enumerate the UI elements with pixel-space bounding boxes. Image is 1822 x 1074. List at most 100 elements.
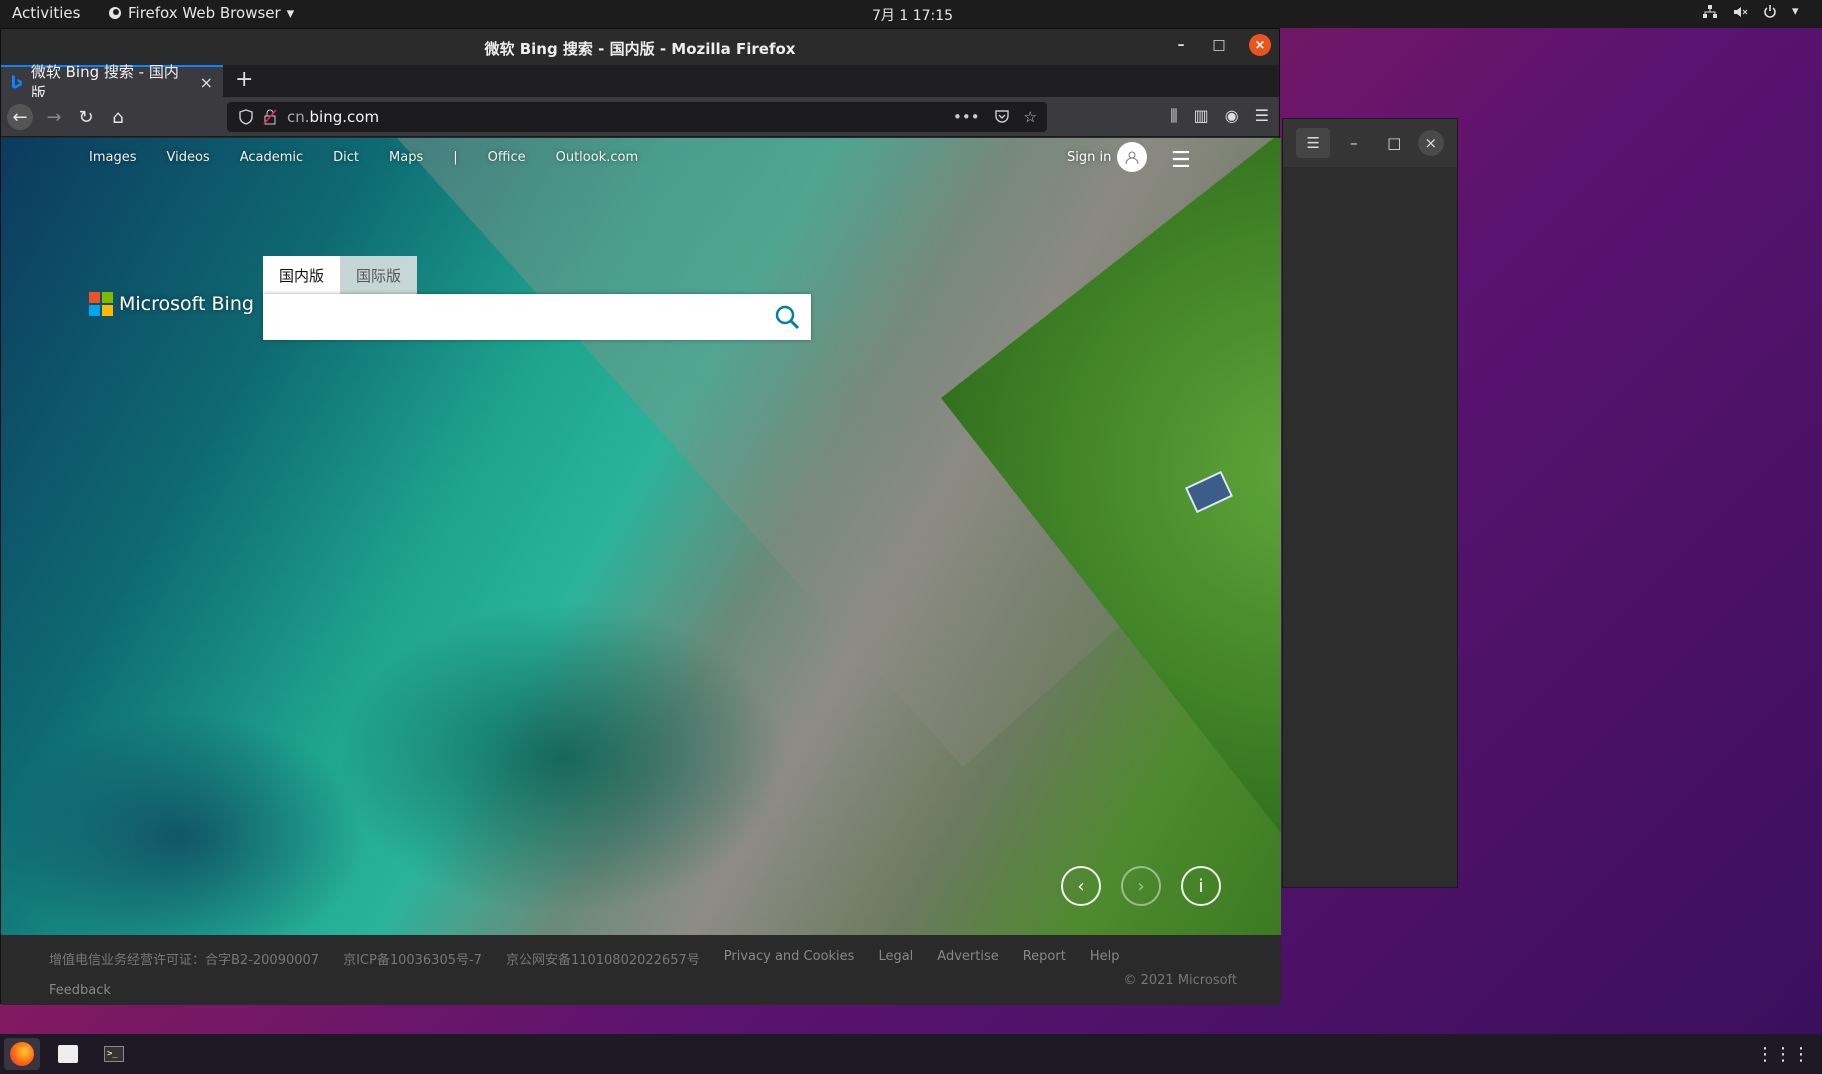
nav-academic[interactable]: Academic (240, 150, 303, 165)
volume-muted-icon (1732, 4, 1748, 20)
tab-domestic[interactable]: 国内版 (263, 256, 341, 294)
tab-bing[interactable]: 微软 Bing 搜索 - 国内版 × (1, 63, 223, 102)
footer-icp[interactable]: 京ICP备10036305号-7 (343, 949, 482, 968)
arrow-right-icon: → (46, 106, 62, 128)
reload-button[interactable]: ↻ (73, 104, 99, 130)
dock-firefox[interactable] (4, 1038, 40, 1070)
tracking-protection-shield-icon[interactable] (239, 109, 253, 125)
nav-office[interactable]: Office (488, 150, 526, 165)
account-icon[interactable]: ◉ (1225, 106, 1239, 126)
user-avatar-icon[interactable] (1117, 142, 1147, 172)
nav-videos[interactable]: Videos (167, 150, 210, 165)
dock-terminal[interactable]: >_ (96, 1038, 132, 1070)
pocket-icon[interactable] (994, 108, 1010, 124)
minimize-button[interactable]: – (1173, 37, 1189, 53)
url-text: cn.bing.com (287, 108, 379, 126)
url-bar[interactable]: cn.bing.com ••• ☆ (227, 102, 1047, 132)
dock-files[interactable] (50, 1038, 86, 1070)
sign-in-link[interactable]: Sign in (1067, 150, 1111, 165)
page-actions-button[interactable]: ••• (953, 108, 980, 126)
terminal-menu-button[interactable]: ☰ (1296, 128, 1331, 158)
minimize-icon: – (1350, 134, 1358, 152)
background-terminal-window[interactable]: ☰ – □ × (1282, 118, 1458, 888)
network-icon (1702, 4, 1718, 20)
app-menu-label: Firefox Web Browser (128, 4, 281, 22)
logo-text: Microsoft Bing (119, 293, 254, 315)
show-applications-grid-icon[interactable]: ⋮⋮⋮ (1756, 1044, 1810, 1065)
bing-menu-hamburger-icon[interactable]: ☰ (1171, 148, 1191, 173)
home-icon: ⌂ (112, 106, 124, 128)
navigation-toolbar: ← → ↻ ⌂ cn.bing.com ••• ☆ ⫼ ▥ ◉ ☰ (1, 97, 1279, 137)
search-box (263, 294, 811, 340)
app-menu[interactable]: Firefox Web Browser ▾ (108, 4, 294, 22)
nav-images[interactable]: Images (89, 150, 137, 165)
hamburger-icon: ☰ (1306, 134, 1320, 152)
terminal-minimize-button[interactable]: – (1337, 128, 1371, 158)
search-input[interactable] (263, 294, 743, 340)
close-icon: × (1424, 134, 1438, 152)
close-button[interactable]: × (1249, 34, 1271, 56)
bookmark-star-icon[interactable]: ☆ (1024, 108, 1037, 126)
new-tab-button[interactable]: + (235, 67, 253, 92)
footer-advertise[interactable]: Advertise (937, 949, 998, 968)
footer-license[interactable]: 增值电信业务经营许可证：合字B2-20090007 (49, 949, 319, 968)
firefox-icon (10, 1042, 34, 1066)
terminal-icon: >_ (104, 1046, 124, 1062)
url-prefix: cn. (287, 108, 310, 126)
microsoft-logo-icon (89, 292, 113, 316)
reload-icon: ↻ (78, 106, 94, 128)
files-icon (58, 1045, 78, 1063)
window-title: 微软 Bing 搜索 - 国内版 - Mozilla Firefox (484, 40, 796, 58)
footer-police[interactable]: 京公网安备11010802022657号 (506, 949, 700, 968)
tab-close-button[interactable]: × (200, 73, 213, 92)
footer-privacy[interactable]: Privacy and Cookies (724, 949, 855, 968)
nav-dict[interactable]: Dict (333, 150, 359, 165)
nav-outlook[interactable]: Outlook.com (556, 150, 639, 165)
activities-button[interactable]: Activities (12, 4, 80, 22)
previous-image-button[interactable]: ‹ (1061, 866, 1101, 906)
back-button[interactable]: ← (7, 104, 33, 130)
info-icon: i (1198, 875, 1204, 897)
search-scope-tabs: 国内版 国际版 (263, 256, 418, 294)
url-host: bing.com (309, 108, 380, 126)
bing-logo[interactable]: Microsoft Bing (89, 292, 254, 316)
power-icon (1762, 4, 1778, 20)
tab-international[interactable]: 国际版 (340, 256, 418, 294)
chevron-down-icon: ▾ (286, 4, 295, 22)
search-icon[interactable] (773, 303, 801, 331)
bing-page: Images Videos Academic Dict Maps | Offic… (1, 138, 1281, 935)
terminal-titlebar[interactable]: ☰ – □ × (1283, 119, 1457, 167)
bing-footer: 增值电信业务经营许可证：合字B2-20090007 京ICP备10036305号… (1, 935, 1281, 1005)
system-tray[interactable]: ▾ (1702, 4, 1808, 20)
footer-feedback[interactable]: Feedback (49, 983, 111, 998)
footer-help[interactable]: Help (1090, 949, 1120, 968)
image-info-button[interactable]: i (1181, 866, 1221, 906)
terminal-close-button[interactable]: × (1417, 130, 1444, 156)
clock[interactable]: 7月 1 17:15 (872, 5, 953, 25)
firefox-icon (109, 7, 121, 19)
maximize-icon: □ (1387, 134, 1402, 152)
footer-copyright: © 2021 Microsoft (1123, 973, 1237, 988)
footer-report[interactable]: Report (1023, 949, 1066, 968)
terminal-maximize-button[interactable]: □ (1377, 128, 1411, 158)
arrow-left-icon: ← (12, 106, 28, 128)
home-button[interactable]: ⌂ (105, 104, 131, 130)
firefox-window: 微软 Bing 搜索 - 国内版 - Mozilla Firefox – □ ×… (0, 28, 1281, 1005)
insecure-lock-icon[interactable] (263, 109, 277, 125)
library-icon[interactable]: ⫼ (1170, 106, 1177, 126)
bing-top-nav: Images Videos Academic Dict Maps | Offic… (89, 150, 668, 165)
chevron-right-icon: › (1137, 875, 1145, 897)
hamburger-menu-icon[interactable]: ☰ (1255, 106, 1269, 126)
window-titlebar[interactable]: 微软 Bing 搜索 - 国内版 - Mozilla Firefox – □ × (1, 29, 1279, 65)
bing-favicon-icon (11, 75, 22, 89)
forward-button[interactable]: → (41, 104, 67, 130)
nav-maps[interactable]: Maps (389, 150, 423, 165)
chevron-left-icon: ‹ (1077, 875, 1085, 897)
dock: >_ ⋮⋮⋮ (0, 1034, 1822, 1074)
maximize-button[interactable]: □ (1211, 37, 1227, 53)
sidebar-icon[interactable]: ▥ (1194, 106, 1209, 126)
gnome-top-bar: Activities Firefox Web Browser ▾ 7月 1 17… (0, 0, 1822, 28)
footer-legal[interactable]: Legal (878, 949, 913, 968)
chevron-down-icon: ▾ (1792, 4, 1799, 19)
next-image-button[interactable]: › (1121, 866, 1161, 906)
